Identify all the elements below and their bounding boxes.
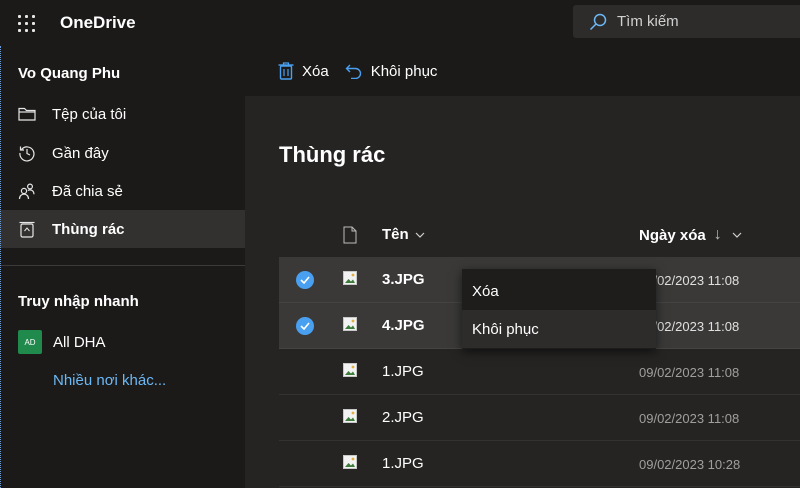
table-row[interactable]: 1.JPG 09/02/2023 11:08 [279, 349, 800, 395]
image-file-icon [343, 363, 357, 382]
context-menu: Xóa Khôi phục [462, 269, 656, 349]
date-deleted: 09/02/2023 11:08 [639, 365, 740, 380]
delete-button[interactable]: Xóa [278, 62, 329, 80]
table-header: Tên Ngày xóa ↓ [279, 216, 800, 254]
restore-button-label: Khôi phục [370, 62, 438, 80]
table-row[interactable]: 2.JPG 09/02/2023 11:08 [279, 395, 800, 441]
checkmark-icon[interactable] [296, 271, 314, 289]
more-places-link[interactable]: Nhiều nơi khác... [53, 372, 166, 389]
waffle-icon [17, 14, 35, 32]
column-header-name-label: Tên [382, 226, 409, 243]
file-name[interactable]: 1.JPG [382, 455, 424, 472]
focus-edge [0, 46, 1, 488]
image-file-icon [343, 455, 357, 474]
nav-item-label: Tệp của tôi [52, 105, 127, 123]
nav-item-recent[interactable]: Gần đây [0, 134, 245, 172]
file-name[interactable]: 2.JPG [382, 409, 424, 426]
image-file-icon [343, 271, 357, 290]
folder-icon [17, 104, 37, 124]
nav-item-shared[interactable]: Đã chia sẻ [0, 172, 245, 210]
nav-item-label: Gần đây [52, 144, 109, 162]
history-icon [17, 143, 37, 163]
context-menu-delete[interactable]: Xóa [462, 272, 656, 310]
column-header-name[interactable]: Tên [382, 226, 425, 243]
quick-access-item-all-dha[interactable]: AD All DHA [18, 330, 106, 354]
file-name[interactable]: 3.JPG [382, 271, 425, 288]
search-icon [589, 13, 607, 30]
nav-item-my-files[interactable]: Tệp của tôi [0, 95, 245, 133]
column-header-date-label: Ngày xóa [639, 226, 706, 244]
image-file-icon [343, 409, 357, 428]
search-box[interactable]: Tìm kiếm [573, 5, 800, 38]
context-menu-label: Xóa [472, 282, 499, 300]
app-launcher-button[interactable] [0, 0, 52, 46]
image-file-icon [343, 317, 357, 336]
page-title: Thùng rác [279, 142, 386, 167]
checkmark-icon[interactable] [296, 317, 314, 335]
context-menu-label: Khôi phục [472, 320, 539, 338]
date-deleted: 09/02/2023 10:28 [639, 457, 741, 472]
column-header-date-deleted[interactable]: Ngày xóa ↓ [639, 226, 742, 244]
chevron-down-icon [732, 232, 742, 238]
user-name: Vo Quang Phu [18, 65, 121, 82]
chevron-down-icon [415, 232, 425, 238]
command-bar: Xóa Khôi phục [245, 46, 800, 96]
restore-button[interactable]: Khôi phục [345, 62, 438, 80]
sort-descending-icon: ↓ [713, 226, 722, 243]
nav-item-recycle-bin[interactable]: Thùng rác [0, 210, 245, 248]
search-placeholder: Tìm kiếm [617, 13, 679, 30]
nav-item-label: Đã chia sẻ [52, 182, 123, 200]
site-badge: AD [18, 330, 42, 354]
delete-button-label: Xóa [302, 62, 329, 80]
trash-icon [278, 62, 294, 80]
top-app-bar: OneDrive Tìm kiếm [0, 0, 800, 46]
file-name[interactable]: 1.JPG [382, 363, 424, 380]
date-deleted: 09/02/2023 11:08 [639, 411, 740, 426]
file-type-header-icon[interactable] [343, 226, 357, 249]
app-title[interactable]: OneDrive [60, 13, 136, 33]
nav-item-label: Thùng rác [52, 220, 125, 238]
quick-access-title: Truy nhập nhanh [18, 293, 139, 310]
context-menu-restore[interactable]: Khôi phục [462, 310, 656, 348]
nav-divider [0, 265, 245, 266]
left-navigation: Vo Quang Phu Tệp của tôi Gần đây Đã chia… [0, 46, 245, 488]
undo-icon [345, 64, 361, 79]
people-icon [17, 181, 37, 201]
table-row[interactable]: 1.JPG 09/02/2023 10:28 [279, 441, 800, 487]
file-name[interactable]: 4.JPG [382, 317, 425, 334]
quick-access-label: All DHA [53, 333, 106, 351]
recycle-bin-icon [17, 219, 37, 239]
